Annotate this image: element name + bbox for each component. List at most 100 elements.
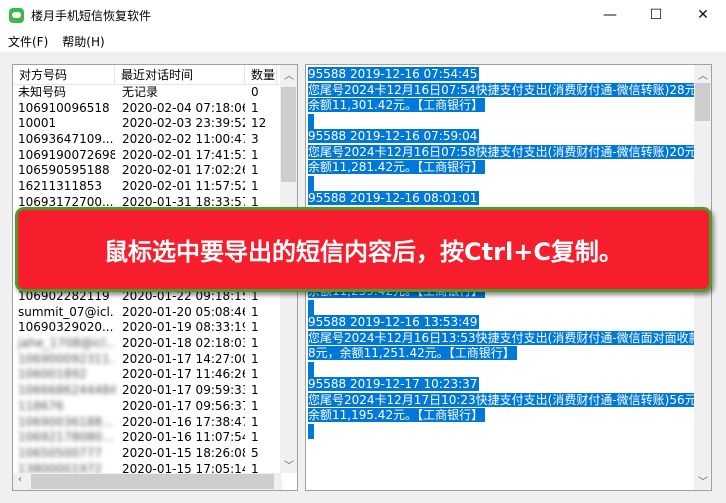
- message-count: 1: [251, 351, 259, 366]
- table-row[interactable]: summit_07@icl... 2020-01-20 05:08:46 1: [13, 305, 297, 321]
- table-row[interactable]: 16211311853 2020-02-01 11:57:52 1: [13, 179, 297, 195]
- horizontal-scrollbar[interactable]: ‹: [13, 473, 282, 490]
- last-time: 2020-01-16 11:07:54: [122, 430, 245, 445]
- scroll-up-icon[interactable]: ︿: [698, 67, 708, 82]
- selected-text: 余额11,281.42元。【工商银行】: [308, 160, 486, 174]
- message-count: 1: [251, 336, 259, 351]
- last-time: 2020-01-15 18:26:08: [122, 445, 245, 460]
- scroll-thumb[interactable]: [281, 87, 296, 182]
- contact-number: 16211311853: [18, 179, 102, 194]
- last-time: 2020-02-01 17:02:26: [122, 163, 245, 178]
- table-row[interactable]: 10692178080... 2020-01-16 11:07:54 1: [13, 430, 297, 446]
- scroll-up-icon[interactable]: ︿: [284, 67, 294, 82]
- menu-help[interactable]: 帮助(H): [62, 33, 104, 50]
- scroll-thumb[interactable]: [695, 83, 710, 121]
- message-count: 1: [251, 398, 259, 413]
- table-row[interactable]: 106900092311... 2020-01-17 14:27:00 1: [13, 352, 297, 368]
- last-time: 2020-01-17 09:56:37: [122, 398, 245, 413]
- message-line: 95588 2019-12-16 07:54:45: [308, 67, 693, 83]
- last-time: 2020-01-17 14:27:00: [122, 351, 245, 366]
- message-count: 1: [251, 414, 259, 429]
- last-time: 2020-02-04 07:18:06: [122, 100, 245, 115]
- scroll-down-icon[interactable]: ﹀: [284, 457, 294, 472]
- column-header-number[interactable]: 对方号码: [13, 65, 115, 84]
- instruction-banner: 鼠标选中要导出的短信内容后，按Ctrl+C复制。: [15, 207, 712, 292]
- maximize-button[interactable]: ☐: [633, 0, 679, 30]
- blank-line: [308, 299, 693, 315]
- last-time: 2020-01-19 08:33:19: [122, 320, 245, 335]
- close-button[interactable]: ✕: [680, 0, 726, 30]
- column-header-time[interactable]: 最近对话时间: [115, 65, 245, 84]
- message-count: 1: [251, 163, 259, 178]
- contact-number: 10001: [18, 116, 57, 131]
- message-count: 1: [251, 320, 259, 335]
- app-message-icon: [9, 7, 24, 23]
- contact-number: 118676: [18, 398, 64, 413]
- selected-text: [308, 299, 314, 315]
- table-row[interactable]: 10690036188... 2020-01-16 17:38:47 1: [13, 415, 297, 431]
- message-line: 95588 2019-12-17 10:23:37: [308, 377, 693, 393]
- scroll-down-icon[interactable]: ﹀: [698, 473, 708, 488]
- contact-number: 10690329020...: [18, 320, 114, 335]
- scroll-thumb[interactable]: [31, 474, 274, 489]
- message-line: 您尾号2024卡12月17日10:23快捷支付支出(消费财付通-微信转账)56元…: [308, 392, 711, 409]
- selected-text: 95588 2019-12-17 10:23:37: [308, 377, 480, 391]
- message-count: 1: [251, 100, 259, 115]
- selected-text: 95588 2019-12-16 08:01:01: [308, 191, 480, 205]
- table-row[interactable]: 106001892 2020-01-17 11:46:26 1: [13, 367, 297, 383]
- table-row[interactable]: 118676 2020-01-17 09:56:37 1: [13, 399, 297, 415]
- window-title: 楼月手机短信恢复软件: [31, 8, 152, 23]
- selected-text: 95588 2019-12-16 07:59:04: [308, 129, 480, 143]
- table-row[interactable]: 10001 2020-02-03 23:39:52 12: [13, 116, 297, 132]
- table-row[interactable]: 106910096518 2020-02-04 07:18:06 1: [13, 101, 297, 117]
- contact-number: summit_07@icl...: [18, 304, 115, 319]
- selected-text: 8元，余额11,251.42元。【工商银行】: [308, 346, 517, 360]
- table-row[interactable]: 未知号码 无记录 0: [13, 85, 297, 101]
- message-line: 95588 2019-12-16 08:01:01: [308, 191, 693, 207]
- table-row[interactable]: 10690329020... 2020-01-19 08:33:19 1: [13, 320, 297, 336]
- last-time: 2020-02-03 23:39:52: [122, 116, 245, 131]
- column-header-count[interactable]: 数量: [245, 65, 277, 84]
- last-time: 2020-01-17 09:59:33: [122, 383, 245, 398]
- selected-text: [308, 423, 314, 439]
- last-time: 无记录: [122, 85, 159, 99]
- blank-line: [308, 175, 693, 191]
- table-row[interactable]: jahe_1708@icl... 2020-01-18 02:18:03 1: [13, 336, 297, 352]
- selected-text: 您尾号2024卡12月16日13:53快捷支付支出(消费财付通-微信面对面收款): [308, 330, 708, 345]
- message-count: 1: [251, 367, 259, 382]
- selected-text: 95588 2019-12-16 13:53:49: [308, 315, 480, 329]
- contact-number: 10666862444842: [18, 383, 115, 398]
- message-line: 您尾号2024卡12月16日13:53快捷支付支出(消费财付通-微信面对面收款): [308, 330, 708, 347]
- selected-text: 您尾号2024卡12月17日10:23快捷支付支出(消费财付通-微信转账)56元…: [308, 392, 711, 407]
- contact-number: 10650500777: [18, 445, 102, 460]
- scroll-left-icon[interactable]: ‹: [18, 474, 22, 485]
- minimize-button[interactable]: —: [587, 0, 633, 30]
- menu-bar: 文件(F) 帮助(H): [0, 30, 726, 52]
- message-count: 0: [251, 85, 259, 99]
- last-time: 2020-02-02 11:00:47: [122, 132, 245, 147]
- selected-text: 95588 2019-12-16 07:54:45: [308, 67, 480, 81]
- menu-file[interactable]: 文件(F): [8, 33, 48, 50]
- contact-number: 106590595188: [18, 163, 110, 178]
- message-line: 余额11,195.42元。【工商银行】: [308, 408, 693, 424]
- message-count: 1: [251, 430, 259, 445]
- message-count: 1: [251, 179, 259, 194]
- table-row[interactable]: 10650500777 2020-01-15 18:26:08 5: [13, 446, 297, 462]
- message-line: 余额11,281.42元。【工商银行】: [308, 160, 693, 176]
- table-row[interactable]: 1069190072698 2020-02-01 17:41:51 1: [13, 148, 297, 164]
- selected-text: [308, 361, 314, 377]
- last-time: 2020-01-18 02:18:03: [122, 336, 245, 351]
- blank-line: [308, 361, 693, 377]
- contact-number: 10690036188...: [18, 414, 114, 429]
- contact-number: 10693647109...: [18, 132, 114, 147]
- contact-number: 10692178080...: [18, 430, 114, 445]
- message-line: 8元，余额11,251.42元。【工商银行】: [308, 346, 693, 362]
- table-row[interactable]: 10693647109... 2020-02-02 11:00:47 3: [13, 132, 297, 148]
- message-count: 1: [251, 304, 259, 319]
- table-row[interactable]: 10666862444842 2020-01-17 09:59:33 1: [13, 383, 297, 399]
- table-row[interactable]: 106590595188 2020-02-01 17:02:26 1: [13, 163, 297, 179]
- selected-text: 您尾号2024卡12月16日07:58快捷支付支出(消费财付通-微信转账)20元…: [308, 144, 711, 159]
- contact-number: 1069190072698: [18, 147, 115, 162]
- last-time: 2020-02-01 11:57:52: [122, 179, 245, 194]
- contact-number: 106910096518: [18, 100, 110, 115]
